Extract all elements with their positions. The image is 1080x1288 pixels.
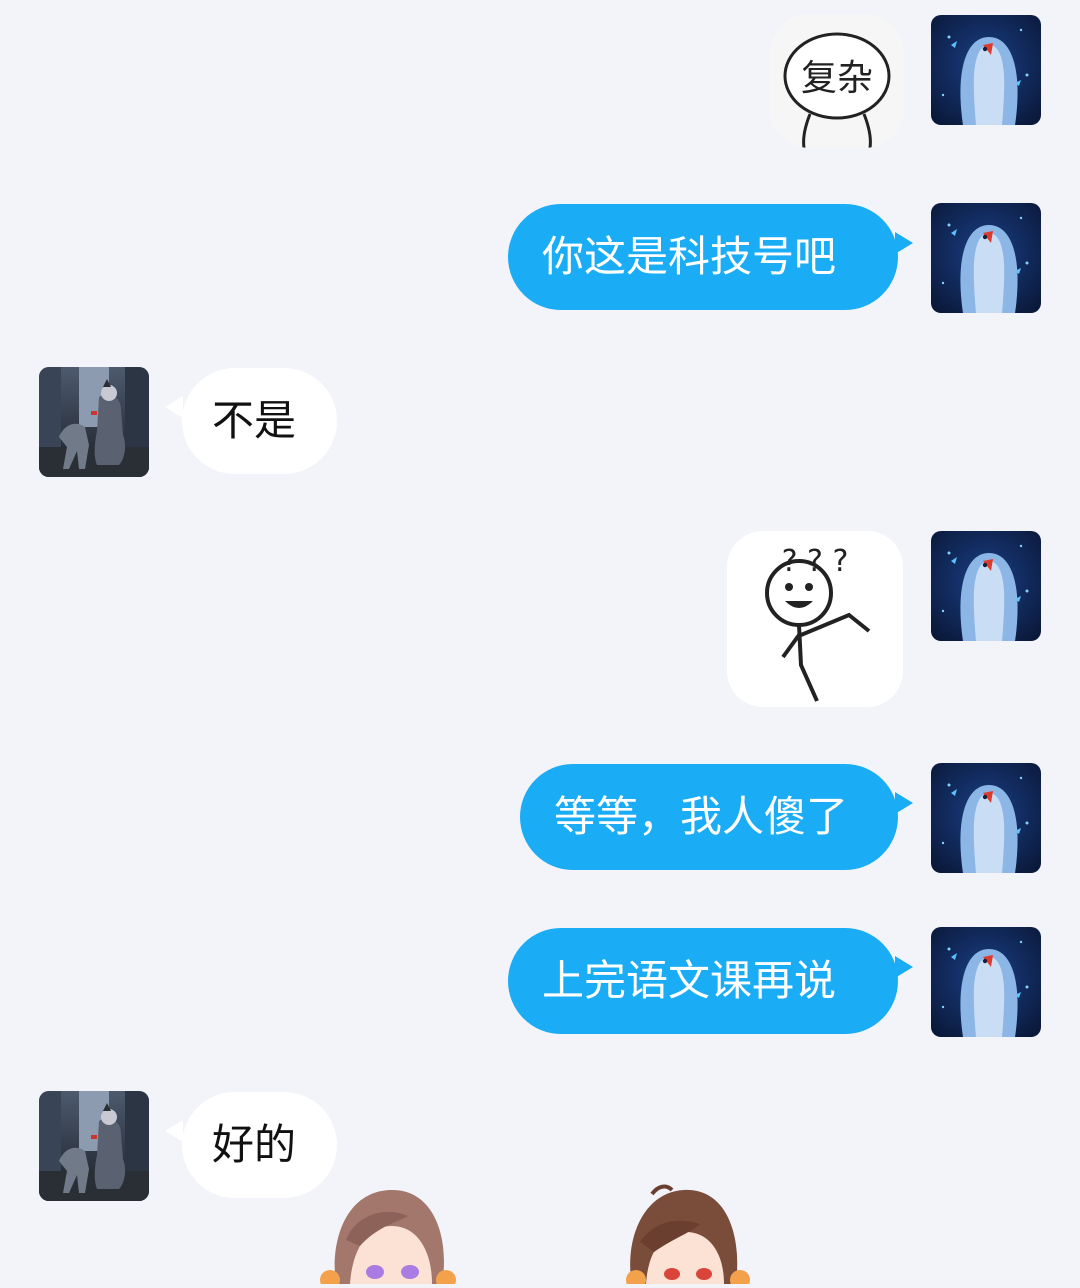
anime-characters-decor-icon <box>0 1180 1080 1288</box>
message-text: 不是 <box>212 396 297 445</box>
message-text: 好的 <box>212 1120 297 1169</box>
my-avatar-penguin-icon[interactable] <box>931 531 1041 641</box>
my-avatar-penguin-icon[interactable] <box>931 763 1041 873</box>
my-avatar-penguin-icon[interactable] <box>931 15 1041 125</box>
my-avatar-penguin-icon[interactable] <box>931 203 1041 313</box>
message-text: 等等，我人傻了 <box>554 792 849 841</box>
my-avatar-penguin-icon[interactable] <box>931 927 1041 1037</box>
other-avatar-alley-icon[interactable] <box>39 367 149 477</box>
message-bubble-outgoing[interactable]: 上完语文课再说 <box>508 928 898 1034</box>
sticker-complicated-label: 复杂 <box>801 58 873 99</box>
message-bubble-incoming[interactable]: 不是 <box>182 368 337 474</box>
message-text: 上完语文课再说 <box>542 956 837 1005</box>
sticker-confused-label: ? ? ? <box>782 544 849 579</box>
message-bubble-outgoing[interactable]: 你这是科技号吧 <box>508 204 898 310</box>
message-bubble-outgoing[interactable]: 等等，我人傻了 <box>520 764 898 870</box>
sticker-complicated[interactable]: 复杂 <box>770 14 904 148</box>
message-text: 你这是科技号吧 <box>542 232 837 281</box>
sticker-confused[interactable]: ? ? ? <box>727 531 903 707</box>
